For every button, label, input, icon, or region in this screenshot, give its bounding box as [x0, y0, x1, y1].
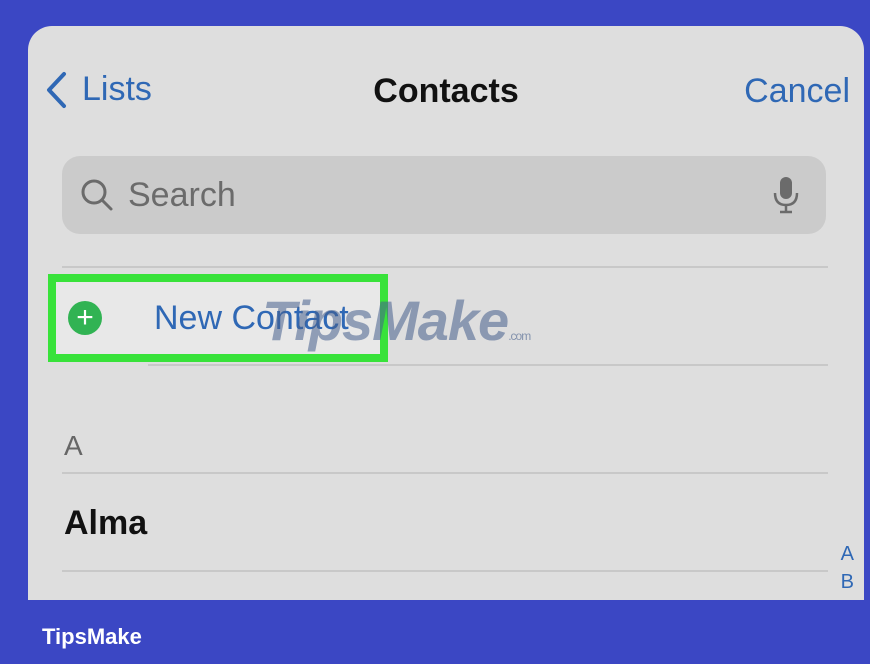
index-letter[interactable]: A — [841, 540, 854, 568]
search-icon — [81, 179, 113, 211]
divider — [148, 364, 828, 366]
search-bar[interactable] — [62, 156, 826, 234]
watermark-suffix: .com — [508, 329, 531, 343]
divider — [62, 266, 828, 268]
search-input[interactable] — [126, 174, 772, 216]
footer-brand: TipsMake — [42, 624, 142, 649]
cancel-button[interactable]: Cancel — [744, 72, 850, 111]
divider — [62, 472, 828, 474]
section-index[interactable]: A B — [841, 540, 854, 596]
contact-row[interactable]: Alma — [64, 504, 147, 543]
microphone-icon[interactable] — [772, 175, 800, 215]
watermark-logo: TipsMake.com — [262, 288, 531, 353]
navigation-bar: Lists Contacts Cancel — [28, 26, 864, 146]
add-circle-icon: + — [68, 301, 102, 335]
index-letter[interactable]: B — [841, 568, 854, 596]
watermark-text: TipsMake — [262, 289, 509, 352]
page-title: Contacts — [373, 72, 519, 110]
section-header: A — [64, 430, 83, 461]
divider — [62, 570, 828, 572]
